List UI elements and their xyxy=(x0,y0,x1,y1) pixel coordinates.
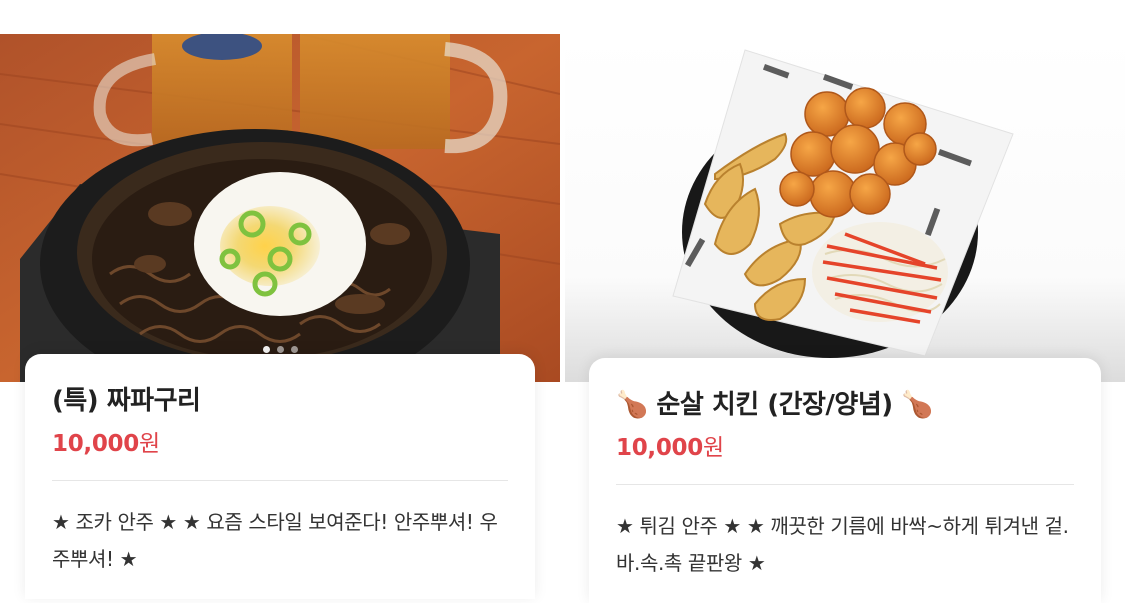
menu-item-name: (특) 짜파구리 xyxy=(52,386,201,416)
price-unit: 원 xyxy=(138,431,160,457)
menu-card[interactable]: (특) 짜파구리 10,000원 ★ 조카 안주 ★ ★ 요즘 스타일 보여준다… xyxy=(0,0,560,599)
menu-item-photo[interactable] xyxy=(0,34,560,382)
carousel-dot[interactable] xyxy=(290,346,298,353)
price-amount: 10,000 xyxy=(52,431,139,457)
carousel-indicator[interactable] xyxy=(0,346,560,353)
menu-item-description: ★ 조카 안주 ★ ★ 요즘 스타일 보여준다! 안주뿌셔! 우주뿌셔! ★ xyxy=(52,510,498,571)
menu-card[interactable]: 🍗 순살 치킨 (간장/양념) 🍗 10,000원 ★ 튀김 안주 ★ ★ 깨끗… xyxy=(565,0,1125,603)
carousel-dot[interactable] xyxy=(262,346,270,353)
menu-item-description: ★ 튀김 안주 ★ ★ 깨끗한 기름에 바싹~하게 튀겨낸 겉.바.속.촉 끝판… xyxy=(616,514,1069,575)
menu-item-price: 10,000원 xyxy=(52,424,160,458)
menu-item-price: 10,000원 xyxy=(616,428,724,462)
boneless-chicken-photo xyxy=(565,34,1125,382)
menu-item-info: (특) 짜파구리 10,000원 ★ 조카 안주 ★ ★ 요즘 스타일 보여준다… xyxy=(25,354,535,599)
carousel-dot[interactable] xyxy=(276,346,284,353)
menu-item-name: 🍗 순살 치킨 (간장/양념) 🍗 xyxy=(616,390,934,420)
jjapaguri-photo xyxy=(0,34,560,382)
price-amount: 10,000 xyxy=(616,435,703,461)
divider xyxy=(52,480,508,481)
price-unit: 원 xyxy=(702,435,724,461)
divider xyxy=(616,484,1074,485)
menu-item-photo[interactable] xyxy=(565,34,1125,382)
menu-item-info: 🍗 순살 치킨 (간장/양념) 🍗 10,000원 ★ 튀김 안주 ★ ★ 깨끗… xyxy=(589,358,1101,603)
